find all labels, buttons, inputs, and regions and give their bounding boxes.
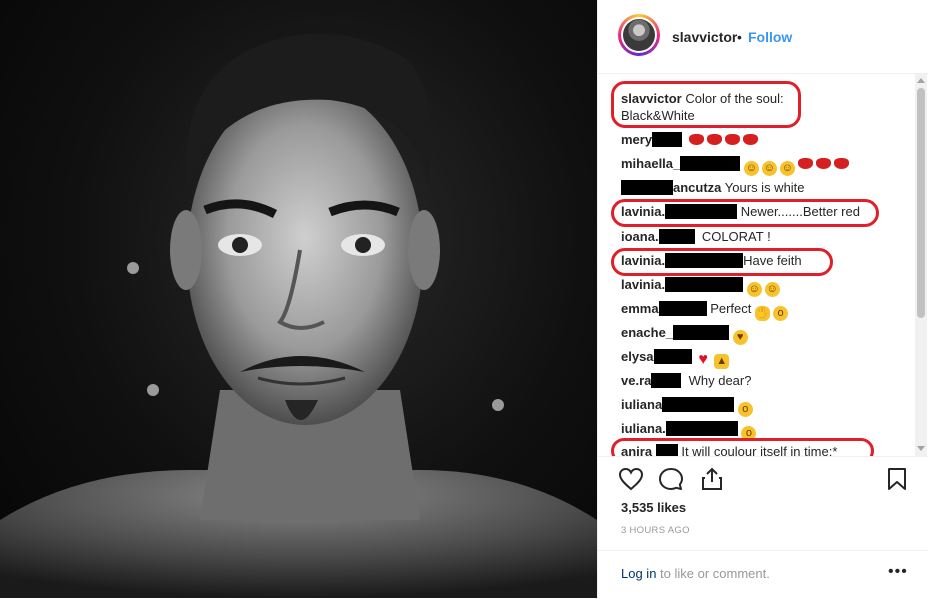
- comment-row: mihaella_ ☺ ☺ ☺: [621, 156, 852, 176]
- annotation-oval: [611, 199, 879, 227]
- header-separator: •: [737, 29, 742, 45]
- comment-row: lavinia. ☺ ☺: [621, 277, 783, 297]
- redaction: [665, 421, 738, 436]
- smile-icon: ☺: [761, 161, 777, 176]
- post-details-panel: slavvictor • Follow slavvictor Color of …: [597, 0, 928, 598]
- likes-count[interactable]: 3,535 likes: [621, 500, 686, 515]
- redaction: [662, 397, 735, 412]
- comment-username[interactable]: mihaella_: [621, 156, 680, 171]
- annotation-oval: [611, 248, 833, 276]
- bookmark-icon[interactable]: [886, 467, 908, 491]
- post-footer: Log in to like or comment. •••: [598, 550, 928, 599]
- scroll-down-icon[interactable]: [917, 446, 925, 451]
- action-bar: [598, 456, 928, 497]
- redaction: [651, 373, 682, 388]
- login-link[interactable]: Log in: [621, 566, 656, 581]
- smile-icon: ☺: [764, 282, 780, 297]
- comment-row: ioana. COLORAT !: [621, 229, 771, 245]
- annotation-oval: [611, 438, 874, 456]
- surprised-icon: o: [773, 306, 789, 321]
- smile-icon: ☺: [746, 282, 762, 297]
- comment-username[interactable]: ancutza: [673, 180, 721, 195]
- thumbs-up-icon: ▲: [714, 354, 730, 369]
- lips-icon: [725, 134, 741, 145]
- lips-icon: [815, 158, 831, 169]
- more-options-icon[interactable]: •••: [888, 563, 908, 581]
- comments-list: slavvictor Color of the soul: Black&Whit…: [598, 74, 928, 456]
- comment-text: Perfect: [710, 301, 752, 316]
- login-prompt-text: to like or comment.: [656, 566, 770, 581]
- surprised-icon: o: [737, 402, 753, 417]
- comments-scrollbar[interactable]: [915, 74, 927, 456]
- comment-username[interactable]: emma: [621, 301, 659, 316]
- post-header: slavvictor • Follow: [598, 0, 928, 74]
- comment-username[interactable]: elysa: [621, 349, 654, 364]
- post-photo[interactable]: [0, 0, 597, 598]
- comment-username[interactable]: iuliana.: [621, 421, 666, 436]
- comment-username[interactable]: iuliana: [621, 397, 662, 412]
- redaction: [673, 325, 730, 340]
- redaction: [652, 132, 683, 147]
- comment-username[interactable]: enache_: [621, 325, 673, 340]
- lips-icon: [707, 134, 723, 145]
- avatar[interactable]: [618, 14, 660, 56]
- comment-row: ve.ra Why dear?: [621, 373, 751, 389]
- login-prompt: Log in to like or comment.: [621, 566, 770, 581]
- redaction: [658, 301, 707, 316]
- comment-row: ancutza Yours is white: [621, 180, 805, 196]
- comment-row: enache_ ♥: [621, 325, 751, 345]
- comment-row: mery: [621, 132, 761, 148]
- post-timestamp[interactable]: 3 HOURS AGO: [621, 525, 690, 536]
- annotation-oval: [611, 81, 801, 128]
- redaction: [680, 156, 741, 171]
- redaction: [658, 229, 695, 244]
- redaction: [621, 180, 673, 195]
- redaction: [653, 349, 692, 364]
- comment-row: iuliana o: [621, 397, 756, 417]
- lips-icon: [797, 158, 813, 169]
- comment-username[interactable]: ve.ra: [621, 373, 651, 388]
- portrait-image: [0, 33, 597, 598]
- comment-row: emma Perfect ✋ o: [621, 301, 791, 321]
- lips-icon: [743, 134, 759, 145]
- comment-text: COLORAT !: [701, 229, 771, 244]
- comment-text: Why dear?: [688, 373, 752, 388]
- header-username[interactable]: slavvictor: [672, 29, 737, 45]
- heart-icon[interactable]: [618, 467, 644, 491]
- comment-username[interactable]: mery: [621, 132, 652, 147]
- lips-icon: [689, 134, 705, 145]
- clap-icon: ✋: [755, 306, 771, 321]
- scrollbar-thumb[interactable]: [917, 88, 925, 318]
- comment-icon[interactable]: [658, 467, 684, 491]
- smile-icon: ☺: [779, 161, 795, 176]
- comment-row: elysa ♥ ▲: [621, 349, 732, 369]
- heart-emoji-icon: ♥: [698, 351, 708, 368]
- comment-username[interactable]: ioana.: [621, 229, 659, 244]
- scroll-up-icon[interactable]: [917, 78, 925, 83]
- follow-button[interactable]: Follow: [748, 29, 792, 45]
- heart-eyes-icon: ♥: [732, 330, 748, 345]
- redaction: [665, 277, 744, 292]
- comment-text: Yours is white: [724, 180, 805, 195]
- smile-icon: ☺: [743, 161, 759, 176]
- share-icon[interactable]: [700, 467, 724, 491]
- comment-username[interactable]: lavinia.: [621, 277, 665, 292]
- lips-icon: [833, 158, 849, 169]
